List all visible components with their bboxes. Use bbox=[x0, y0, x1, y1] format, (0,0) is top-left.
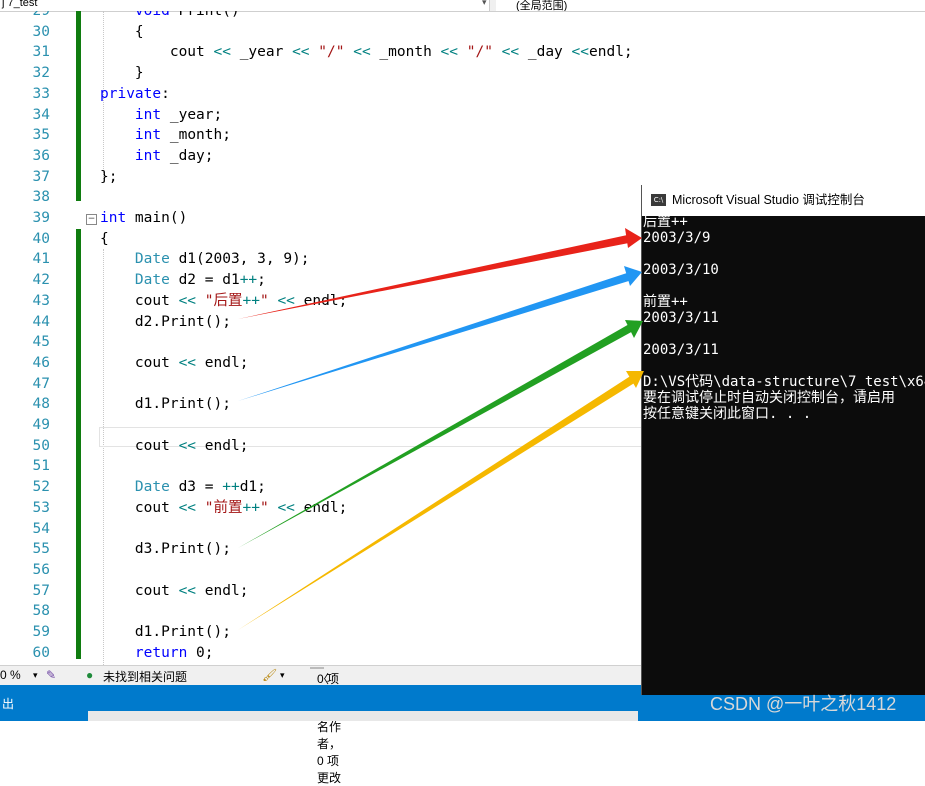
code-line[interactable]: 30 { bbox=[0, 22, 925, 43]
code-line[interactable]: 32 } bbox=[0, 63, 925, 84]
console-line: 按任意键关闭此窗口. . . bbox=[643, 406, 812, 422]
line-number: 39 bbox=[32, 210, 50, 226]
line-number: 37 bbox=[32, 168, 50, 185]
code-text: d2.Print(); bbox=[100, 313, 231, 330]
line-number: 32 bbox=[32, 65, 50, 82]
code-line[interactable]: 35 int _month; bbox=[0, 125, 925, 146]
console-icon: C:\ bbox=[651, 194, 666, 206]
line-number: 49 bbox=[32, 417, 50, 433]
console-output[interactable]: 后置++ 2003/3/9 2003/3/10 前置++ 2003/3/11 2003/3… bbox=[642, 216, 925, 695]
code-line[interactable]: 29 void Print() bbox=[0, 11, 925, 22]
console-line: 2003/3/11 bbox=[643, 342, 719, 358]
code-line[interactable]: 34 int _year; bbox=[0, 105, 925, 126]
line-number: 34 bbox=[32, 106, 50, 123]
line-number: 45 bbox=[32, 334, 50, 351]
watermark: CSDN @一叶之秋1412 bbox=[710, 694, 897, 714]
line-number: 52 bbox=[32, 479, 50, 496]
line-number: 40 bbox=[32, 230, 50, 247]
console-title-bar[interactable]: C:\ Microsoft Visual Studio 调试控制台 bbox=[642, 185, 925, 216]
code-line[interactable]: 31 cout << _year << "/" << _month << "/"… bbox=[0, 42, 925, 63]
project-dropdown[interactable]: j 7_test bbox=[0, 0, 490, 11]
code-text: int _day; bbox=[134, 147, 214, 164]
project-label: j 7_test bbox=[2, 0, 38, 9]
code-text: int main() bbox=[100, 210, 188, 226]
line-number: 33 bbox=[32, 85, 50, 102]
code-text: private: bbox=[100, 85, 170, 102]
line-number: 57 bbox=[32, 582, 50, 599]
line-number: 35 bbox=[32, 127, 50, 144]
code-text: cout << endl; bbox=[100, 582, 249, 599]
console-line: 2003/3/10 bbox=[643, 262, 719, 278]
code-text: return 0; bbox=[134, 644, 214, 661]
line-number: 53 bbox=[32, 499, 50, 516]
chevron-down-icon[interactable]: ▾ bbox=[280, 670, 285, 681]
line-number: 36 bbox=[32, 147, 50, 164]
console-line: 要在调试停止时自动关闭控制台，请启用 bbox=[643, 390, 895, 406]
code-text: cout << _year << "/" << _month << "/" <<… bbox=[100, 44, 633, 61]
console-line: 后置++ bbox=[643, 216, 688, 230]
health-icon[interactable]: ✎ bbox=[46, 668, 56, 682]
code-text: d1.Print(); bbox=[100, 396, 231, 413]
line-number: 44 bbox=[32, 313, 50, 330]
chevron-down-icon[interactable]: ▾ bbox=[482, 0, 487, 8]
scope-dropdown[interactable]: (全局范围) bbox=[496, 0, 925, 11]
code-text: Date d2 = d1++; bbox=[134, 272, 266, 289]
git-changes-status[interactable]: 〈0 项更改 | 0 名作者，0 项更改 bbox=[310, 667, 341, 785]
line-number: 50 bbox=[32, 437, 50, 454]
console-line: 前置++ bbox=[643, 294, 688, 310]
line-number: 54 bbox=[32, 520, 50, 537]
debug-console-window[interactable]: C:\ Microsoft Visual Studio 调试控制台 后置++ 20… bbox=[641, 185, 925, 695]
code-line[interactable]: 33 private: bbox=[0, 84, 925, 105]
issues-status[interactable]: 未找到相关问题 bbox=[103, 668, 187, 685]
code-text: Date d1(2003, 3, 9); bbox=[134, 251, 310, 268]
line-number: 31 bbox=[32, 44, 50, 61]
code-text: cout << endl; bbox=[100, 354, 249, 371]
code-text: }; bbox=[100, 168, 118, 185]
line-number: 55 bbox=[32, 541, 50, 558]
line-number: 58 bbox=[32, 603, 50, 620]
code-text: Date d3 = ++d1; bbox=[134, 479, 266, 496]
console-line: 2003/3/11 bbox=[643, 310, 719, 326]
line-number: 30 bbox=[32, 23, 50, 40]
line-number: 60 bbox=[32, 644, 50, 661]
check-circle-icon: ● bbox=[86, 668, 94, 682]
zoom-level[interactable]: 0 % bbox=[0, 668, 21, 682]
brush-icon[interactable]: 🖌 bbox=[262, 668, 277, 682]
code-text: void Print() bbox=[134, 11, 240, 19]
line-number: 47 bbox=[32, 375, 50, 392]
output-tab[interactable]: 出 bbox=[2, 695, 14, 712]
line-number: 38 bbox=[32, 189, 50, 206]
line-number: 41 bbox=[32, 251, 50, 268]
code-text: { bbox=[100, 230, 109, 247]
line-number: 51 bbox=[32, 458, 50, 475]
code-text: cout << endl; bbox=[100, 437, 249, 454]
code-text: cout << "后置++" << endl; bbox=[100, 292, 348, 309]
code-text: int _year; bbox=[134, 106, 223, 123]
console-title: Microsoft Visual Studio 调试控制台 bbox=[672, 193, 865, 207]
chevron-down-icon[interactable]: ▾ bbox=[33, 670, 38, 681]
code-text: d3.Print(); bbox=[100, 541, 231, 558]
output-panel-strip bbox=[88, 711, 638, 721]
code-text: int _month; bbox=[134, 127, 231, 144]
line-number: 59 bbox=[32, 624, 50, 640]
code-text: } bbox=[100, 65, 144, 82]
line-number: 42 bbox=[32, 272, 50, 289]
code-text: d1.Print(); bbox=[100, 624, 231, 640]
line-number: 48 bbox=[32, 396, 50, 413]
console-line: D:\VS代码\data-structure\7_test\x64\ bbox=[643, 374, 925, 390]
line-number: 56 bbox=[32, 561, 50, 578]
code-text: { bbox=[100, 23, 144, 40]
code-text: cout << "前置++" << endl; bbox=[100, 499, 348, 516]
code-line[interactable]: 36 int _day; bbox=[0, 146, 925, 167]
line-number: 46 bbox=[32, 354, 50, 371]
line-number: 29 bbox=[32, 11, 50, 19]
console-line: 2003/3/9 bbox=[643, 230, 711, 246]
line-number: 43 bbox=[32, 292, 50, 309]
